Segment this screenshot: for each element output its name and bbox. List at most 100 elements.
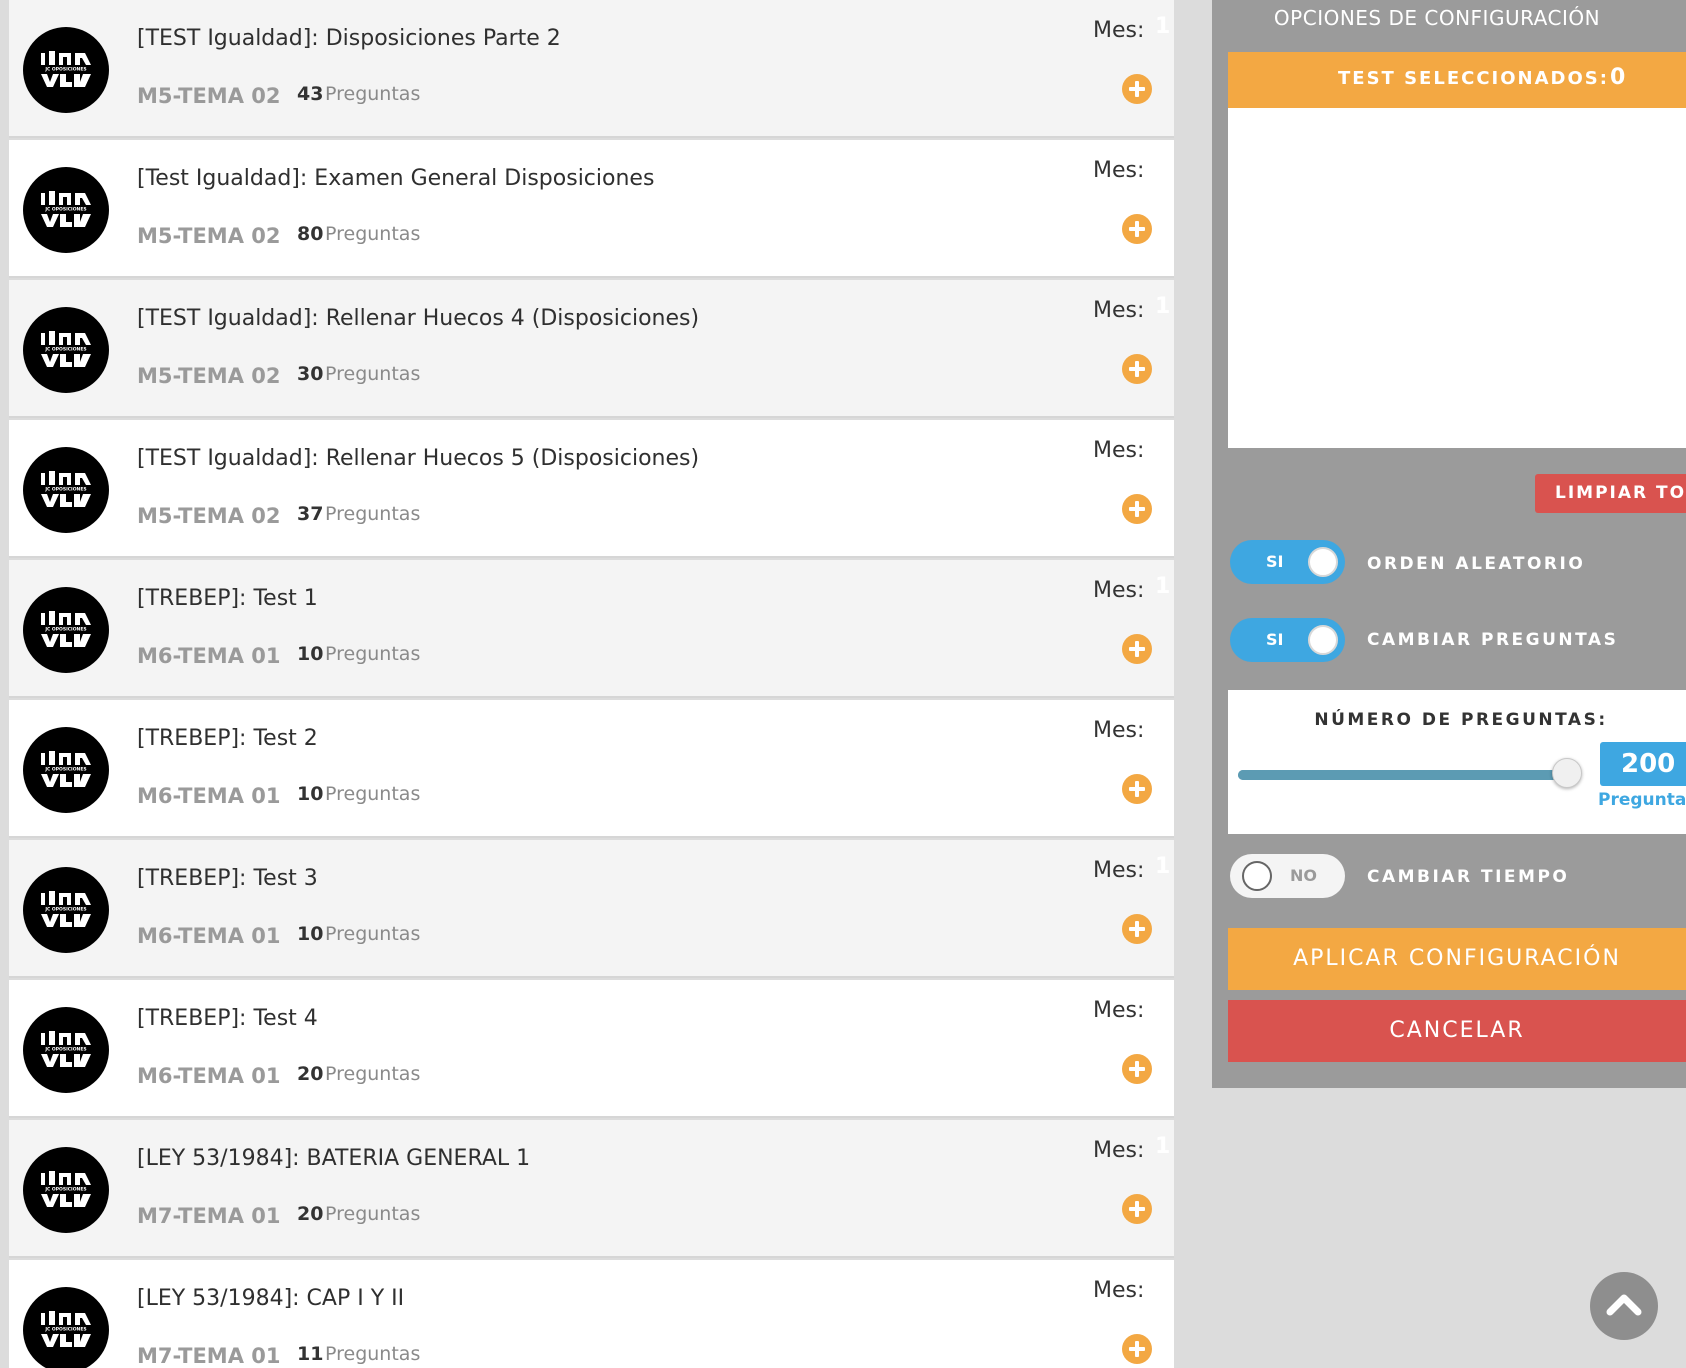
test-code: M5-TEMA 02 (137, 364, 281, 388)
jc-oposiciones-logo: JC OPOSICIONES (23, 867, 109, 953)
apply-config-button[interactable]: APLICAR CONFIGURACIÓN (1228, 928, 1686, 990)
slider-thumb[interactable] (1552, 758, 1582, 788)
add-test-button[interactable] (1122, 634, 1152, 664)
test-code: M5-TEMA 02 (137, 224, 281, 248)
clear-all-button[interactable]: LIMPIAR TODO (1535, 474, 1686, 513)
test-card[interactable]: JC OPOSICIONES [LEY 53/1984]: BATERIA GE… (9, 1120, 1174, 1258)
questions-label: Preguntas (325, 83, 421, 105)
svg-text:JC OPOSICIONES: JC OPOSICIONES (44, 1187, 86, 1193)
test-card[interactable]: JC OPOSICIONES [TREBEP]: Test 3 M6-TEMA … (9, 840, 1174, 978)
test-card[interactable]: JC OPOSICIONES [TEST Igualdad]: Disposic… (9, 0, 1174, 138)
question-count: 10 (297, 783, 324, 805)
num-questions-slider[interactable] (1238, 770, 1568, 780)
questions-label: Preguntas (325, 1343, 421, 1365)
test-code: M5-TEMA 02 (137, 84, 281, 108)
plus-circle-icon (1129, 1341, 1145, 1357)
test-card[interactable]: JC OPOSICIONES [TREBEP]: Test 2 M6-TEMA … (9, 700, 1174, 838)
month-label: Mes: (1093, 578, 1145, 603)
test-code: M7-TEMA 01 (137, 1204, 281, 1228)
change-time-toggle[interactable]: NO (1230, 854, 1345, 898)
test-card[interactable]: JC OPOSICIONES [Test Igualdad]: Examen G… (9, 140, 1174, 278)
month-label: Mes: (1093, 1138, 1145, 1163)
add-test-button[interactable] (1122, 1194, 1152, 1224)
change-questions-toggle[interactable]: SI (1230, 618, 1345, 662)
jc-oposiciones-logo: JC OPOSICIONES (23, 727, 109, 813)
question-count: 43 (297, 83, 324, 105)
month-value: 1 (1155, 294, 1171, 319)
plus-circle-icon (1129, 81, 1145, 97)
random-order-toggle[interactable]: SI (1230, 540, 1345, 584)
test-card[interactable]: JC OPOSICIONES [TEST Igualdad]: Rellenar… (9, 280, 1174, 418)
test-title[interactable]: [TEST Igualdad]: Disposiciones Parte 2 (137, 26, 561, 51)
selected-tests-header: TEST SELECCIONADOS: 0 (1228, 52, 1686, 108)
svg-text:JC OPOSICIONES: JC OPOSICIONES (44, 1047, 86, 1053)
add-test-button[interactable] (1122, 774, 1152, 804)
test-title[interactable]: [TEST Igualdad]: Rellenar Huecos 4 (Disp… (137, 306, 699, 331)
test-card[interactable]: JC OPOSICIONES [TREBEP]: Test 1 M6-TEMA … (9, 560, 1174, 698)
test-title[interactable]: [TREBEP]: Test 3 (137, 866, 318, 891)
svg-text:JC OPOSICIONES: JC OPOSICIONES (44, 207, 86, 213)
toggle-state-label: SI (1266, 552, 1284, 571)
selected-tests-list (1228, 108, 1686, 448)
test-title[interactable]: [TREBEP]: Test 1 (137, 586, 318, 611)
test-title[interactable]: [TREBEP]: Test 4 (137, 1006, 318, 1031)
questions-label: Preguntas (325, 503, 421, 525)
test-title[interactable]: [TREBEP]: Test 2 (137, 726, 318, 751)
num-questions-box: NÚMERO DE PREGUNTAS: 200 Preguntas (1228, 690, 1686, 834)
jc-oposiciones-logo: JC OPOSICIONES (23, 1287, 109, 1368)
toggle-knob (1242, 861, 1272, 891)
test-code: M6-TEMA 01 (137, 644, 281, 668)
plus-circle-icon (1129, 921, 1145, 937)
test-code: M6-TEMA 01 (137, 784, 281, 808)
num-questions-label: NÚMERO DE PREGUNTAS: (1314, 710, 1608, 730)
toggle-knob (1308, 547, 1338, 577)
jc-oposiciones-logo: JC OPOSICIONES (23, 27, 109, 113)
month-value: 1 (1155, 14, 1171, 39)
config-panel: OPCIONES DE CONFIGURACIÓN TEST SELECCION… (1212, 0, 1686, 1088)
svg-text:JC OPOSICIONES: JC OPOSICIONES (44, 627, 86, 633)
slider-fill (1238, 770, 1568, 780)
add-test-button[interactable] (1122, 1054, 1152, 1084)
cancel-button[interactable]: CANCELAR (1228, 1000, 1686, 1062)
add-test-button[interactable] (1122, 214, 1152, 244)
test-card[interactable]: JC OPOSICIONES [TREBEP]: Test 4 M6-TEMA … (9, 980, 1174, 1118)
num-questions-unit: Preguntas (1598, 790, 1686, 810)
add-test-button[interactable] (1122, 914, 1152, 944)
test-title[interactable]: [LEY 53/1984]: CAP I Y II (137, 1286, 404, 1311)
svg-text:JC OPOSICIONES: JC OPOSICIONES (44, 67, 86, 73)
month-label: Mes: (1093, 1278, 1145, 1303)
add-test-button[interactable] (1122, 1334, 1152, 1364)
jc-oposiciones-logo: JC OPOSICIONES (23, 447, 109, 533)
svg-text:JC OPOSICIONES: JC OPOSICIONES (44, 767, 86, 773)
test-card[interactable]: JC OPOSICIONES [TEST Igualdad]: Rellenar… (9, 420, 1174, 558)
scroll-to-top-button[interactable] (1590, 1272, 1658, 1340)
add-test-button[interactable] (1122, 74, 1152, 104)
test-code: M5-TEMA 02 (137, 504, 281, 528)
change-questions-label: CAMBIAR PREGUNTAS (1367, 630, 1619, 650)
month-label: Mes: (1093, 858, 1145, 883)
svg-text:JC OPOSICIONES: JC OPOSICIONES (44, 1327, 86, 1333)
questions-label: Preguntas (325, 643, 421, 665)
question-count: 80 (297, 223, 324, 245)
svg-text:JC OPOSICIONES: JC OPOSICIONES (44, 347, 86, 353)
month-label: Mes: (1093, 158, 1145, 183)
question-count: 20 (297, 1203, 324, 1225)
questions-label: Preguntas (325, 363, 421, 385)
add-test-button[interactable] (1122, 494, 1152, 524)
month-value: 1 (1155, 574, 1171, 599)
plus-circle-icon (1129, 501, 1145, 517)
random-order-label: ORDEN ALEATORIO (1367, 554, 1586, 574)
questions-label: Preguntas (325, 223, 421, 245)
test-card[interactable]: JC OPOSICIONES [LEY 53/1984]: CAP I Y II… (9, 1260, 1174, 1368)
month-label: Mes: (1093, 298, 1145, 323)
test-list: JC OPOSICIONES [TEST Igualdad]: Disposic… (0, 0, 1182, 1368)
test-title[interactable]: [TEST Igualdad]: Rellenar Huecos 5 (Disp… (137, 446, 699, 471)
plus-circle-icon (1129, 361, 1145, 377)
test-title[interactable]: [Test Igualdad]: Examen General Disposic… (137, 166, 654, 191)
jc-oposiciones-logo: JC OPOSICIONES (23, 1007, 109, 1093)
toggle-knob (1308, 625, 1338, 655)
add-test-button[interactable] (1122, 354, 1152, 384)
jc-oposiciones-logo: JC OPOSICIONES (23, 167, 109, 253)
questions-label: Preguntas (325, 1063, 421, 1085)
test-title[interactable]: [LEY 53/1984]: BATERIA GENERAL 1 (137, 1146, 530, 1171)
